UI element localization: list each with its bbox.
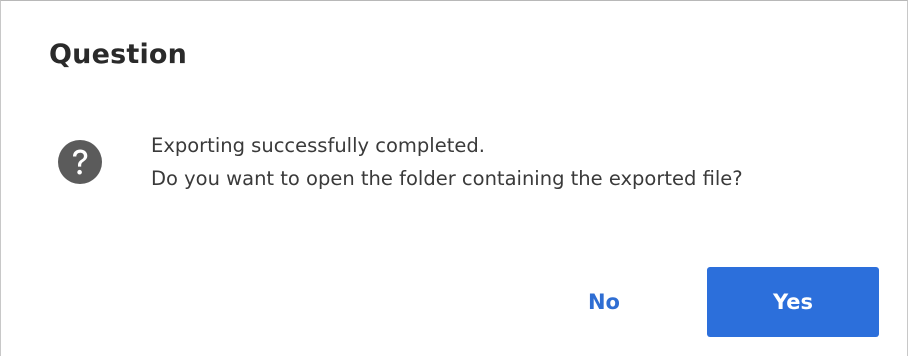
- question-circle-icon: [57, 139, 103, 185]
- message-line-2: Do you want to open the folder containin…: [151, 167, 743, 190]
- no-button[interactable]: No: [557, 267, 651, 337]
- yes-button[interactable]: Yes: [707, 267, 879, 337]
- dialog-message: Exporting successfully completed. Do you…: [151, 129, 743, 195]
- dialog-title: Question: [49, 39, 188, 70]
- message-line-1: Exporting successfully completed.: [151, 134, 485, 157]
- question-dialog: Question Exporting successfully complete…: [0, 0, 908, 356]
